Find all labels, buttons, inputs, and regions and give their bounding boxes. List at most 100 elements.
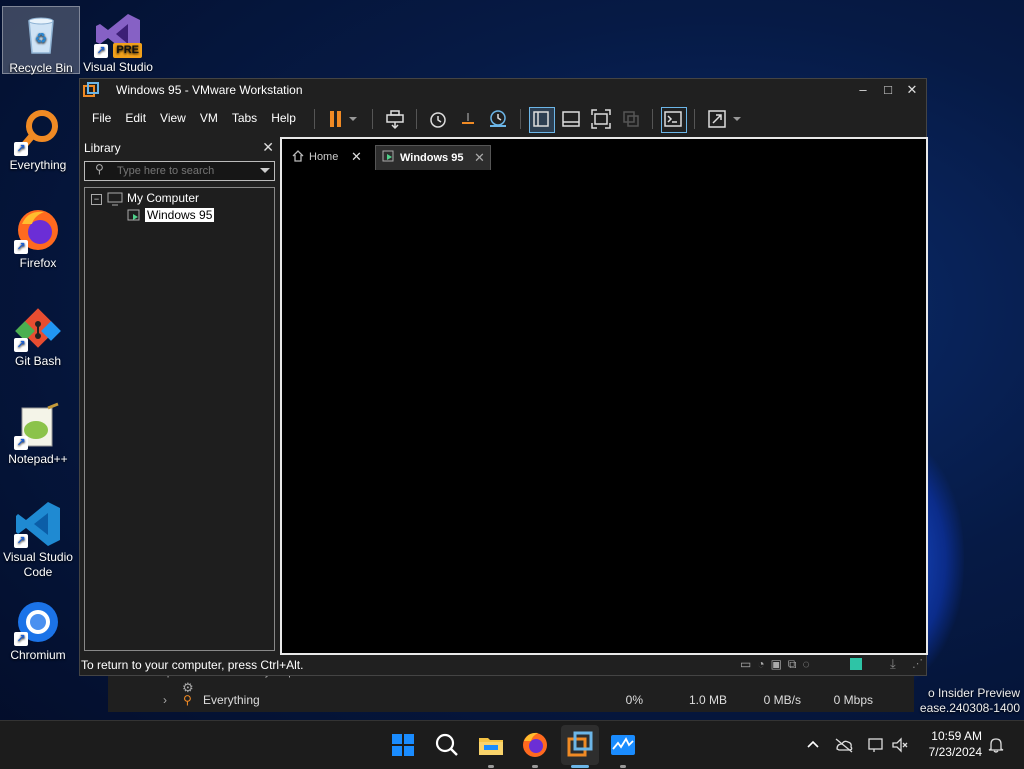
process-name: Everything xyxy=(203,693,260,707)
desktop-icon-everything[interactable]: ↗ Everything xyxy=(0,104,76,173)
chevron-up-icon[interactable] xyxy=(803,735,823,755)
power-dropdown-chevron-icon[interactable] xyxy=(346,107,360,131)
menu-vm[interactable]: VM xyxy=(193,111,225,125)
desktop-icon-label: Visual Studio Code xyxy=(3,550,73,579)
process-disk: 0 MB/s xyxy=(763,693,801,707)
resize-grip-icon[interactable]: ⋰ xyxy=(912,657,923,670)
tree-node-windows-95[interactable]: Windows 95 xyxy=(145,208,215,222)
tab-label: Home xyxy=(309,151,339,163)
shortcut-arrow-icon: ↗ xyxy=(14,338,28,352)
close-button[interactable]: ✕ xyxy=(901,81,923,99)
tab-windows-95[interactable]: Windows 95 ✕ xyxy=(375,145,491,170)
desktop-icon-git-bash[interactable]: ↗ Git Bash xyxy=(0,300,76,369)
toolbar-separator xyxy=(694,109,695,129)
system-clock[interactable]: 10:59 AM 7/23/2024 xyxy=(929,728,982,760)
tab-close-button[interactable]: ✕ xyxy=(474,150,485,166)
chromium-icon: ↗ xyxy=(14,598,62,646)
vmware-window: Windows 95 - VMware Workstation – □ ✕ Fi… xyxy=(79,78,928,676)
collapse-toggle-icon[interactable]: − xyxy=(91,194,102,205)
desktop-icon-label: Visual Studio 2022 Preview xyxy=(83,60,153,72)
toolbar-separator xyxy=(314,109,315,129)
title-bar[interactable]: Windows 95 - VMware Workstation – □ ✕ xyxy=(80,79,926,101)
vscode-icon: ↗ xyxy=(14,500,62,548)
search-icon: ⚲ xyxy=(95,162,104,176)
everything-process-icon: ⚲ xyxy=(183,693,192,707)
desktop-icon-vscode[interactable]: ↗ Visual Studio Code xyxy=(0,496,76,580)
menu-edit[interactable]: Edit xyxy=(118,111,153,125)
shortcut-arrow-icon: ↗ xyxy=(14,436,28,450)
thumbnail-bar-icon[interactable] xyxy=(559,107,583,131)
toolbar-separator xyxy=(520,109,521,129)
shortcut-arrow-icon: ↗ xyxy=(14,142,28,156)
menu-file[interactable]: File xyxy=(85,111,118,125)
onedrive-icon[interactable] xyxy=(834,735,854,755)
desktop-icon-recycle-bin[interactable]: ♻ Recycle Bin xyxy=(2,6,80,75)
network-adapter-icon[interactable] xyxy=(850,658,862,670)
vm-icon xyxy=(127,209,143,226)
volume-muted-icon[interactable] xyxy=(890,735,910,755)
process-cpu: 0% xyxy=(625,693,643,707)
file-explorer-icon[interactable] xyxy=(475,729,507,761)
menu-tabs[interactable]: Tabs xyxy=(225,111,264,125)
chevron-down-icon[interactable] xyxy=(258,162,272,178)
minimize-button[interactable]: – xyxy=(852,81,874,99)
notification-bell-icon[interactable] xyxy=(986,735,1006,755)
build-watermark-line2: ease.240308-1400 xyxy=(919,701,1020,715)
unity-icon[interactable] xyxy=(619,107,643,131)
recycle-bin-icon: ♻ xyxy=(17,11,65,59)
desktop-icon-label: Notepad++ xyxy=(8,452,68,466)
vmware-taskbar-button[interactable] xyxy=(561,725,599,765)
process-row[interactable]: › ⚲ Everything 0% 1.0 MB 0 MB/s 0 Mbps xyxy=(163,688,914,712)
device-status-icons[interactable]: ▭◔▣⧉◌ xyxy=(740,657,816,672)
snapshot-icon[interactable] xyxy=(426,107,450,131)
preview-badge: PRE xyxy=(113,43,142,58)
chevron-right-icon[interactable]: › xyxy=(163,693,183,707)
tab-home[interactable]: Home ✕ xyxy=(285,145,371,169)
visual-studio-icon: ↗ PRE xyxy=(94,10,142,58)
pause-icon[interactable] xyxy=(324,107,348,131)
close-icon[interactable]: ✕ xyxy=(262,139,274,156)
stretch-guest-icon[interactable] xyxy=(705,107,729,131)
tab-close-button[interactable]: ✕ xyxy=(351,149,362,165)
vm-display[interactable] xyxy=(280,137,928,655)
process-network: 0 Mbps xyxy=(833,693,873,707)
shortcut-arrow-icon: ↗ xyxy=(14,534,28,548)
desktop-icon-label: Git Bash xyxy=(14,354,62,368)
desktop-icon-firefox[interactable]: ↗ Firefox xyxy=(0,202,76,271)
git-bash-icon: ↗ xyxy=(14,304,62,352)
stretch-dropdown-chevron-icon[interactable] xyxy=(730,107,744,131)
shortcut-arrow-icon: ↗ xyxy=(14,240,28,254)
library-search-box[interactable]: ⚲ xyxy=(84,161,275,181)
status-bar: To return to your computer, press Ctrl+A… xyxy=(80,655,926,675)
revert-snapshot-icon[interactable] xyxy=(456,107,480,131)
process-memory: 1.0 MB xyxy=(688,693,727,707)
menu-view[interactable]: View xyxy=(153,111,193,125)
desktop-icon-label: Firefox xyxy=(19,256,57,270)
library-search-input[interactable] xyxy=(115,163,259,179)
computer-icon xyxy=(107,192,123,209)
full-screen-icon[interactable] xyxy=(589,107,613,131)
taskbar: 10:59 AM 7/23/2024 xyxy=(0,720,1024,769)
firefox-icon: ↗ xyxy=(14,206,62,254)
library-panel: Library ✕ ⚲ − My Computer Windows 95 xyxy=(82,137,278,651)
firefox-icon[interactable] xyxy=(519,729,551,761)
maximize-button[interactable]: □ xyxy=(877,81,899,99)
desktop-icon-label: Everything xyxy=(9,158,67,172)
send-ctrl-alt-del-icon[interactable] xyxy=(383,107,407,131)
menu-help[interactable]: Help xyxy=(264,111,303,125)
desktop-icon-label: Chromium xyxy=(10,648,66,662)
desktop-icon-chromium[interactable]: ↗ Chromium xyxy=(0,594,76,663)
network-icon[interactable] xyxy=(866,735,886,755)
console-view-icon[interactable] xyxy=(661,107,687,133)
desktop-icon-notepad-plus-plus[interactable]: ↗ Notepad++ xyxy=(0,398,76,467)
tree-node-my-computer[interactable]: My Computer xyxy=(127,191,199,205)
download-icon[interactable]: ⤓ xyxy=(890,656,896,672)
snapshot-manager-icon[interactable] xyxy=(486,107,510,131)
start-button[interactable] xyxy=(387,729,419,761)
svg-text:♻: ♻ xyxy=(35,31,48,47)
task-manager-icon[interactable] xyxy=(607,729,639,761)
search-icon[interactable] xyxy=(431,729,463,761)
toolbar-separator xyxy=(652,109,653,129)
show-library-icon[interactable] xyxy=(529,107,555,133)
desktop-icon-visual-studio[interactable]: ↗ PRE Visual Studio 2022 Preview xyxy=(80,6,156,72)
